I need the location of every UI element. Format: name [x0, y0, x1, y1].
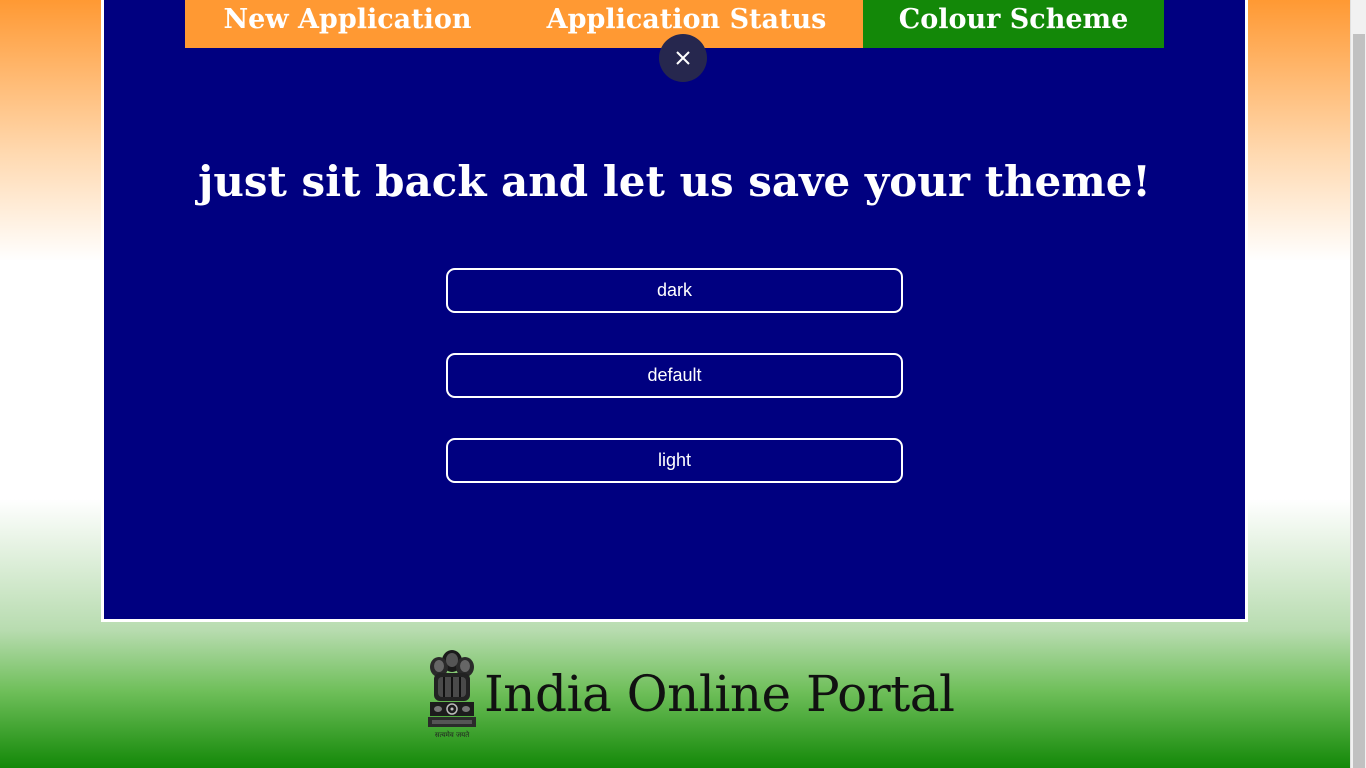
- tab-new-application[interactable]: New Application: [185, 0, 510, 48]
- theme-dark-button[interactable]: dark: [446, 268, 903, 313]
- portal-title: India Online Portal: [484, 665, 955, 723]
- scrollbar-thumb[interactable]: [1353, 34, 1365, 768]
- emblem-motto: सत्यमेव जयते: [434, 731, 470, 739]
- theme-default-button[interactable]: default: [446, 353, 903, 398]
- portal-logo[interactable]: सत्यमेव जयते India Online Portal: [424, 646, 955, 742]
- national-emblem-icon: सत्यमेव जयते: [424, 647, 480, 741]
- tab-colour-scheme[interactable]: Colour Scheme: [863, 0, 1164, 48]
- close-icon: [676, 51, 690, 65]
- page-scrollbar[interactable]: [1350, 0, 1366, 768]
- theme-light-button[interactable]: light: [446, 438, 903, 483]
- close-modal-button[interactable]: [659, 34, 707, 82]
- modal-heading: just sit back and let us save your theme…: [198, 157, 1151, 206]
